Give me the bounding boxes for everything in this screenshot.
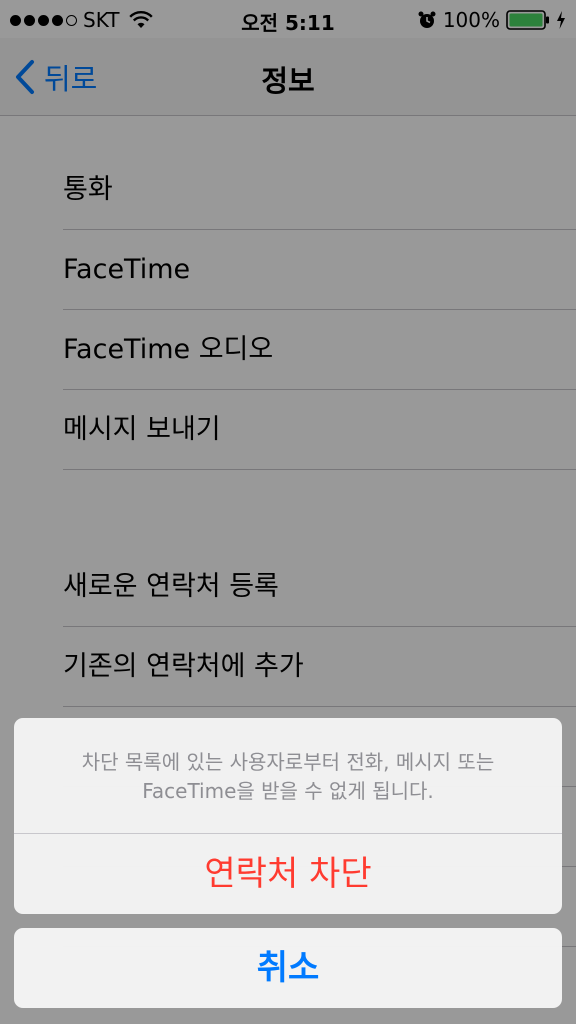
block-contact-action-sheet: 차단 목록에 있는 사용자로부터 전화, 메시지 또는 FaceTime을 받을… (14, 718, 562, 914)
cancel-button[interactable]: 취소 (14, 928, 562, 1008)
block-contact-button[interactable]: 연락처 차단 (14, 834, 562, 914)
action-sheet-message: 차단 목록에 있는 사용자로부터 전화, 메시지 또는 FaceTime을 받을… (14, 718, 562, 834)
